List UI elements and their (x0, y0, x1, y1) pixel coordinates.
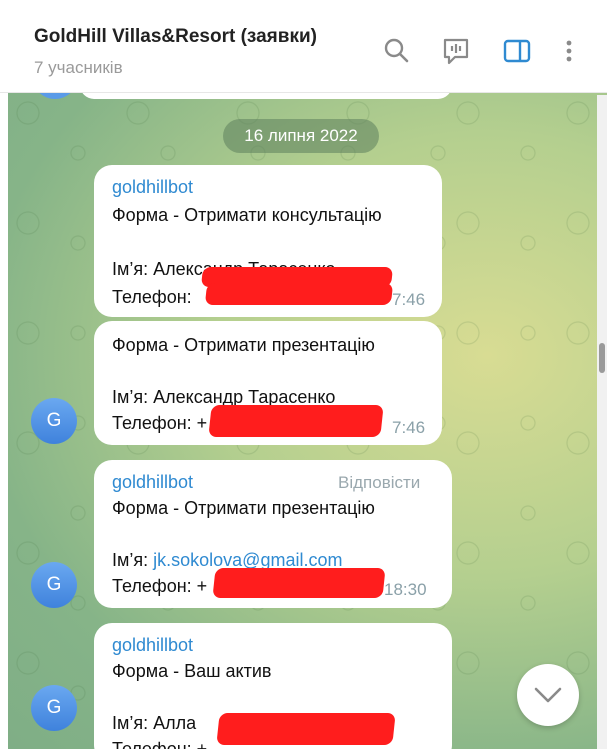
message-text: Телефон: + (112, 739, 208, 749)
message-text: Форма - Ваш актив (112, 661, 272, 681)
redaction-mark (212, 568, 386, 598)
message-bubble[interactable]: Форма - Отримати презентацію Ім’я: Алекс… (94, 321, 442, 445)
avatar[interactable]: G (31, 398, 77, 444)
message-time: 7:46 (392, 418, 426, 437)
message-sender[interactable]: goldhillbot (112, 472, 193, 493)
scrollbar[interactable] (597, 95, 607, 749)
message-text: Ім’я: Алла (112, 713, 197, 733)
redaction-mark (208, 405, 384, 437)
email-link[interactable]: jk.sokolova@gmail.com (153, 550, 342, 570)
avatar[interactable]: G (31, 562, 77, 608)
message-bubble[interactable]: goldhillbot Форма - Отримати консультаці… (94, 165, 442, 317)
avatar[interactable]: G (31, 685, 77, 731)
date-separator: 16 липня 2022 (223, 119, 379, 153)
message-list[interactable]: 16 липня 2022 goldhillbot Форма - Отрима… (8, 93, 607, 749)
message-bubble[interactable]: goldhillbot Форма - Ваш актив Ім’я: Алла… (94, 623, 452, 749)
message-text: Телефон: + (112, 413, 208, 433)
sidebar-toggle-icon[interactable] (502, 36, 532, 66)
message-text: Форма - Отримати презентацію (112, 335, 375, 355)
previous-message-bubble[interactable] (80, 93, 452, 99)
chevron-down-icon (534, 687, 562, 703)
message-text: Телефон: (112, 287, 192, 307)
message-sender[interactable]: goldhillbot (112, 635, 193, 656)
member-count[interactable]: 7 учасників (34, 58, 123, 78)
voice-chat-icon[interactable] (441, 36, 471, 66)
message-text: Телефон: + (112, 576, 208, 596)
chat-header: GoldHill Villas&Resort (заявки) 7 учасни… (0, 0, 607, 93)
message-sender[interactable]: goldhillbot (112, 177, 193, 198)
message-time: 7:46 (392, 290, 426, 309)
chat-title[interactable]: GoldHill Villas&Resort (заявки) (34, 26, 317, 48)
message-text: Форма - Отримати консультацію (112, 205, 382, 225)
search-icon[interactable] (381, 36, 411, 66)
message-time: 18:30 (384, 580, 427, 599)
redaction-mark (204, 283, 394, 305)
reply-button[interactable]: Відповісти (338, 473, 420, 493)
message-bubble[interactable]: goldhillbot Відповісти Форма - Отримати … (94, 460, 452, 608)
scrollbar-thumb[interactable] (599, 343, 605, 373)
message-text: Форма - Отримати презентацію (112, 498, 375, 518)
scroll-down-button[interactable] (517, 664, 579, 726)
more-icon[interactable] (554, 36, 584, 66)
redaction-mark (216, 713, 396, 745)
name-label: Ім’я: (112, 550, 154, 570)
